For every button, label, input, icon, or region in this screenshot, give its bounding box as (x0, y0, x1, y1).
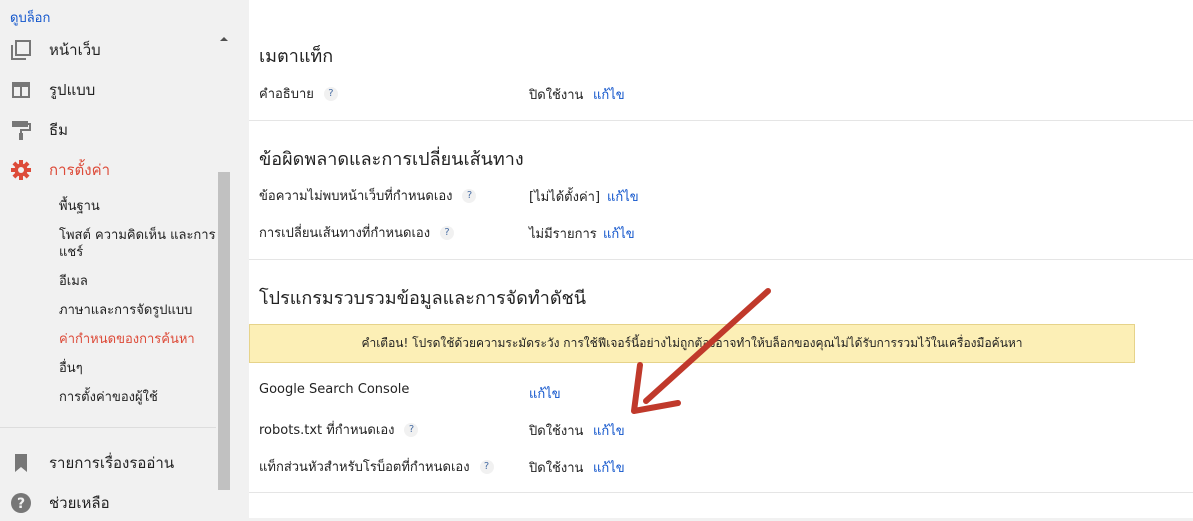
custom-404-label: ข้อความไม่พบหน้าเว็บที่กำหนดเอง ? (259, 185, 477, 206)
section-title-errors-redirects: ข้อผิดพลาดและการเปลี่ยนเส้นทาง (259, 149, 524, 170)
sub-item-search-preferences[interactable]: ค่ากำหนดของการค้นหา (59, 331, 219, 348)
row-label-text: การเปลี่ยนเส้นทางที่กำหนดเอง (259, 226, 431, 241)
edit-description-link[interactable]: แก้ไข (593, 84, 625, 105)
custom-robots-header-tags-value: ปิดใช้งาน (529, 461, 584, 476)
sidebar-item-pages[interactable]: หน้าเว็บ (0, 32, 216, 68)
description-value: ปิดใช้งาน (529, 88, 584, 103)
help-question-icon[interactable]: ? (440, 225, 455, 240)
sidebar-item-theme[interactable]: ธีม (0, 112, 216, 148)
sidebar: ดูบล็อก หน้าเว็บ รูปแบบ ธีม การตั้งค่า พ… (0, 0, 232, 518)
sub-item-posts-comments-sharing[interactable]: โพสต์ ความคิดเห็น และการแชร์ (59, 227, 219, 261)
section-title-meta-tags: เมตาแท็ก (259, 46, 334, 67)
sub-item-language-formatting[interactable]: ภาษาและการจัดรูปแบบ (59, 302, 219, 319)
section-divider (249, 492, 1193, 493)
sub-item-other[interactable]: อื่นๆ (59, 360, 219, 377)
sidebar-item-label: รายการเรื่องรออ่าน (49, 454, 175, 472)
sidebar-item-label: การตั้งค่า (49, 161, 111, 179)
custom-redirects-value: ไม่มีรายการ (529, 227, 597, 242)
row-label-text: ข้อความไม่พบหน้าเว็บที่กำหนดเอง (259, 189, 453, 204)
row-label-text: คำอธิบาย (259, 87, 314, 102)
row-label-text: Google Search Console (259, 382, 410, 397)
description-label: คำอธิบาย ? (259, 83, 338, 104)
section-divider (249, 259, 1193, 260)
custom-robots-header-tags-label: แท็กส่วนหัวสำหรับโรบ็อตที่กำหนดเอง ? (259, 456, 494, 477)
sidebar-divider (0, 427, 216, 428)
custom-redirects-label: การเปลี่ยนเส้นทางที่กำหนดเอง ? (259, 222, 455, 243)
svg-text:?: ? (17, 496, 25, 512)
sidebar-item-reading-list[interactable]: รายการเรื่องรออ่าน (0, 445, 216, 481)
row-label-text: robots.txt ที่กำหนดเอง (259, 423, 395, 438)
search-console-label: Google Search Console (259, 382, 409, 397)
scroll-up-arrow-icon[interactable] (217, 31, 231, 45)
gear-icon (10, 159, 32, 181)
section-divider (249, 120, 1193, 121)
help-question-icon[interactable]: ? (404, 422, 419, 437)
main-content: เมตาแท็ก คำอธิบาย ? ปิดใช้งาน แก้ไข ข้อผ… (249, 0, 1193, 518)
custom-404-value: [ไม่ได้ตั้งค่า] (529, 190, 601, 205)
help-question-icon[interactable]: ? (479, 459, 494, 474)
sidebar-item-label: หน้าเว็บ (49, 41, 101, 59)
row-label-text: แท็กส่วนหัวสำหรับโรบ็อตที่กำหนดเอง (259, 460, 470, 475)
sub-item-basic[interactable]: พื้นฐาน (59, 198, 219, 215)
edit-custom-robots-header-tags-link[interactable]: แก้ไข (593, 457, 625, 478)
sidebar-item-settings[interactable]: การตั้งค่า (0, 152, 216, 188)
custom-robots-txt-value: ปิดใช้งาน (529, 424, 584, 439)
sub-item-user-settings[interactable]: การตั้งค่าของผู้ใช้ (59, 389, 219, 406)
custom-robots-txt-label: robots.txt ที่กำหนดเอง ? (259, 419, 419, 440)
section-title-crawlers-indexing: โปรแกรมรวบรวมข้อมูลและการจัดทำดัชนี (259, 288, 587, 309)
pages-icon (10, 39, 32, 61)
sidebar-item-layout[interactable]: รูปแบบ (0, 72, 216, 108)
sub-item-email[interactable]: อีเมล (59, 273, 219, 290)
help-question-icon[interactable]: ? (462, 188, 477, 203)
edit-search-console-link[interactable]: แก้ไข (529, 383, 561, 404)
sidebar-item-label: รูปแบบ (49, 81, 96, 99)
sidebar-item-help[interactable]: ? ช่วยเหลือ (0, 485, 216, 521)
view-blog-link[interactable]: ดูบล็อก (10, 7, 50, 28)
edit-custom-404-link[interactable]: แก้ไข (607, 186, 639, 207)
layout-icon (10, 79, 32, 101)
help-icon: ? (10, 492, 32, 514)
sidebar-item-label: ช่วยเหลือ (49, 494, 110, 512)
theme-icon (10, 119, 32, 141)
bookmark-icon (10, 452, 32, 474)
edit-custom-redirects-link[interactable]: แก้ไข (603, 223, 635, 244)
sidebar-item-label: ธีม (49, 121, 69, 139)
help-question-icon[interactable]: ? (323, 86, 338, 101)
scrollbar-thumb[interactable] (218, 172, 230, 490)
red-annotation-arrow-icon (631, 288, 771, 414)
